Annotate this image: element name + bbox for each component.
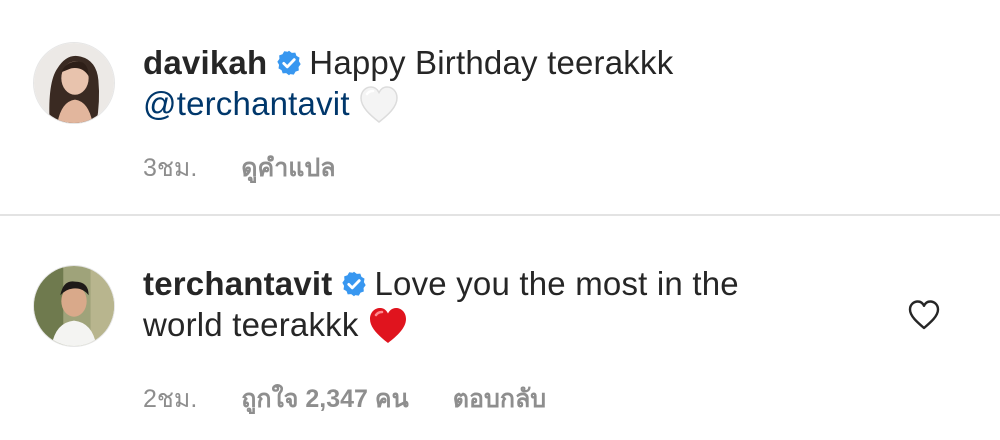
comment-terchantavit: terchantavit Love you the most in the wor… xyxy=(0,216,1000,440)
like-heart-icon[interactable] xyxy=(907,299,941,331)
white-heart-emoji-icon xyxy=(358,85,400,125)
comment-body-line2: world teerakkk xyxy=(143,306,359,343)
avatar-image xyxy=(34,266,114,346)
comment-meta: 3ชม. ดูคำแปล xyxy=(143,148,380,188)
comment-time: 2ชม. xyxy=(143,385,198,413)
verified-badge-icon xyxy=(340,270,368,298)
username[interactable]: davikah xyxy=(143,44,267,81)
comment-body-line1: Love you the most in the xyxy=(374,265,739,302)
comment-body: Happy Birthday teerakkk xyxy=(309,44,674,81)
verified-badge-icon xyxy=(275,49,303,77)
see-translation-link[interactable]: ดูคำแปล xyxy=(241,154,335,182)
comment-text: davikah Happy Birthday teerakkk @terchant… xyxy=(143,42,883,125)
avatar-terchantavit[interactable] xyxy=(33,265,115,347)
avatar-davikah[interactable] xyxy=(33,42,115,124)
reply-button[interactable]: ตอบกลับ xyxy=(453,385,546,413)
username[interactable]: terchantavit xyxy=(143,265,332,302)
red-heart-emoji-icon xyxy=(367,306,409,346)
avatar-image xyxy=(34,43,114,123)
comment-time: 3ชม. xyxy=(143,154,198,182)
comment-davikah: davikah Happy Birthday teerakkk @terchant… xyxy=(0,0,1000,214)
comment-meta: 2ชม. ถูกใจ 2,347 คน ตอบกลับ xyxy=(143,379,590,419)
mention-link[interactable]: @terchantavit xyxy=(143,85,350,122)
comment-text: terchantavit Love you the most in the wor… xyxy=(143,263,883,346)
likes-count-link[interactable]: ถูกใจ 2,347 คน xyxy=(241,385,408,413)
